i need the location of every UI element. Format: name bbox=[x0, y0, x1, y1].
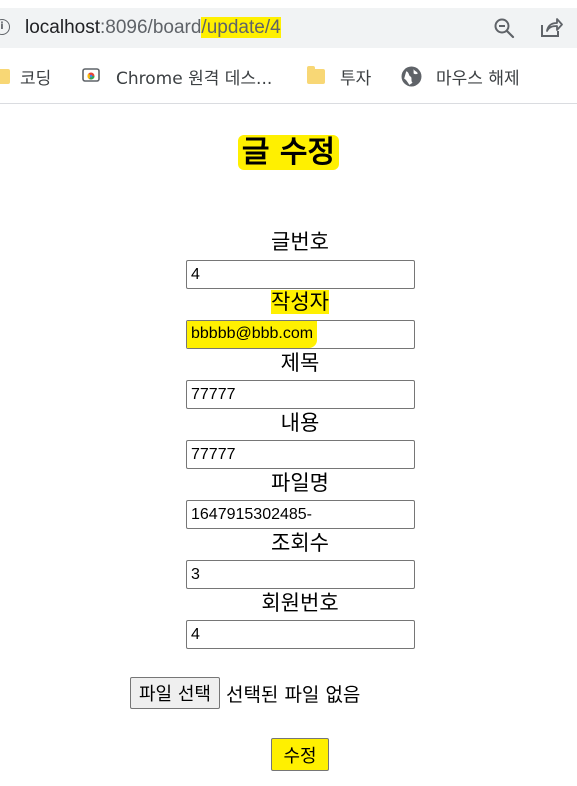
choose-file-button[interactable]: 파일 선택 bbox=[130, 677, 220, 709]
content-input[interactable] bbox=[186, 440, 415, 469]
label-subject: 제목 bbox=[280, 351, 320, 375]
folder-icon bbox=[0, 68, 10, 84]
url-text[interactable]: localhost:8096/board/update/4 bbox=[25, 16, 281, 40]
submit-edit-button[interactable]: 수정 bbox=[271, 738, 329, 771]
folder-icon bbox=[307, 65, 325, 84]
subject-input[interactable] bbox=[186, 380, 415, 409]
bookmark-label: 코딩 bbox=[20, 68, 52, 89]
page-title: 글 수정 bbox=[0, 131, 577, 175]
file-upload: 파일 선택 선택된 파일 없음 bbox=[130, 677, 360, 709]
bookmark-invest[interactable]: 투자 bbox=[307, 64, 372, 89]
label-author: 작성자 bbox=[271, 290, 329, 314]
bookmarks-divider bbox=[0, 103, 577, 104]
label-view-count: 조회수 bbox=[271, 531, 329, 555]
bookmark-mouse-release[interactable]: 마우스 해제 bbox=[401, 64, 520, 89]
label-filename: 파일명 bbox=[271, 471, 329, 495]
zoom-out-icon[interactable] bbox=[492, 16, 516, 40]
bookmark-label: 투자 bbox=[340, 68, 372, 89]
filename-input[interactable] bbox=[186, 500, 415, 529]
share-icon[interactable] bbox=[538, 16, 564, 40]
bookmarks-bar: 코딩 Chrome 원격 데스... 투자 마우스 해제 bbox=[0, 56, 577, 94]
file-status-text: 선택된 파일 없음 bbox=[225, 683, 361, 706]
label-content: 내용 bbox=[280, 411, 320, 435]
author-input[interactable]: bbbbb@bbb.com bbox=[187, 321, 318, 348]
bookmark-chrome-remote-desktop[interactable]: Chrome 원격 데스... bbox=[82, 64, 273, 89]
view-count-input[interactable] bbox=[186, 560, 415, 589]
url-path-highlighted: /update/4 bbox=[201, 17, 281, 38]
post-number-input[interactable] bbox=[186, 260, 415, 289]
address-bar[interactable]: i localhost:8096/board/update/4 bbox=[0, 8, 577, 48]
site-info-icon[interactable]: i bbox=[0, 19, 10, 35]
bookmark-label: 마우스 해제 bbox=[436, 68, 520, 89]
url-path: :8096/board bbox=[100, 17, 202, 38]
chrome-remote-desktop-icon bbox=[82, 68, 100, 82]
label-member-number: 회원번호 bbox=[261, 591, 339, 615]
bookmark-coding[interactable]: 코딩 bbox=[0, 64, 52, 89]
url-host: localhost bbox=[25, 17, 100, 38]
label-post-number: 글번호 bbox=[271, 230, 329, 254]
member-number-input[interactable] bbox=[186, 620, 415, 649]
author-input-wrapper[interactable]: bbbbb@bbb.com bbox=[186, 320, 415, 349]
bookmark-label: Chrome 원격 데스... bbox=[116, 68, 273, 89]
globe-icon bbox=[401, 66, 422, 86]
